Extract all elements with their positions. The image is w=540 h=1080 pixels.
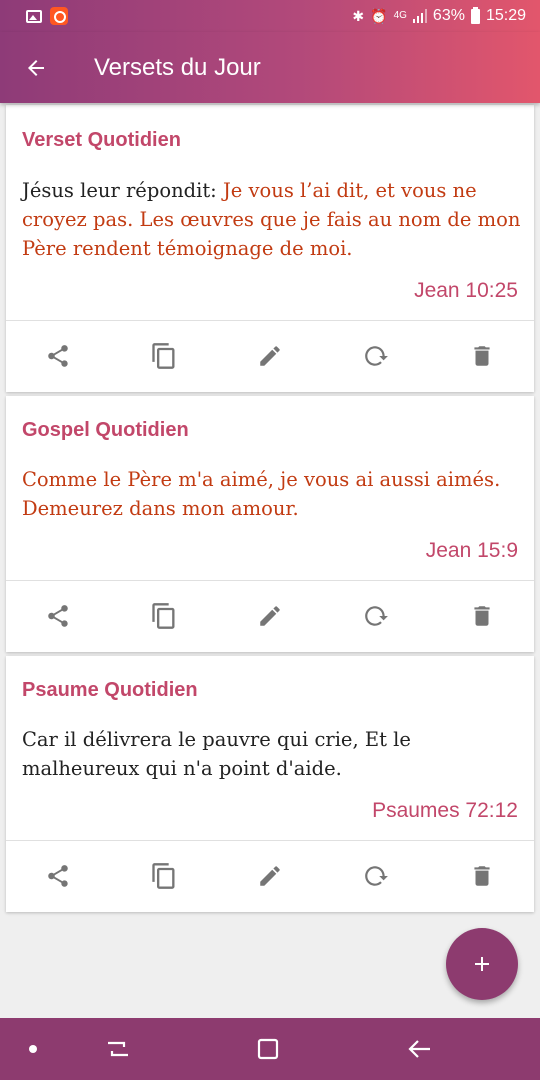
edit-button[interactable] — [245, 840, 295, 912]
delete-icon — [474, 346, 490, 366]
back-button[interactable] — [0, 32, 72, 103]
copy-button[interactable] — [139, 320, 189, 392]
app-notification-icon — [50, 7, 68, 25]
edit-button[interactable] — [245, 580, 295, 652]
system-nav-bar — [0, 1018, 540, 1080]
delete-icon — [474, 606, 490, 626]
app-bar: Versets du Jour — [0, 32, 540, 103]
share-icon — [48, 865, 68, 887]
delete-icon — [474, 866, 490, 886]
signal-icon — [412, 9, 427, 23]
add-verse-button[interactable] — [446, 928, 518, 1000]
home-button[interactable] — [238, 1018, 298, 1080]
copy-icon — [152, 603, 175, 629]
verse-card-daily-verse: Verset Quotidien Jésus leur répondit: Je… — [6, 105, 534, 392]
copy-icon — [152, 863, 175, 889]
share-button[interactable] — [33, 320, 83, 392]
share-button[interactable] — [33, 580, 83, 652]
system-back-button[interactable] — [390, 1018, 450, 1080]
copy-button[interactable] — [139, 580, 189, 652]
verse-intro: Jésus leur répondit: — [22, 179, 223, 202]
delete-button[interactable] — [457, 580, 507, 652]
network-type: 4G — [393, 10, 407, 21]
battery-percent: 63% — [432, 7, 465, 24]
battery-icon — [470, 6, 480, 24]
share-button[interactable] — [33, 840, 83, 912]
dot-icon — [29, 1045, 37, 1053]
status-bar: ✱ ⏰ 4G 63% 15:29 — [0, 0, 540, 32]
delete-button[interactable] — [457, 320, 507, 392]
card-title: Verset Quotidien — [22, 129, 181, 151]
share-icon — [48, 345, 68, 367]
share-icon — [48, 605, 68, 627]
card-actions — [6, 580, 534, 652]
verse-card-daily-gospel: Gospel Quotidien Comme le Père m'a aimé,… — [6, 396, 534, 652]
verse-text: Jésus leur répondit: Je vous l’ai dit, e… — [22, 176, 522, 263]
refresh-button[interactable] — [351, 840, 401, 912]
edit-icon — [260, 346, 280, 366]
refresh-icon — [365, 346, 388, 366]
gallery-notification-icon — [26, 9, 42, 23]
card-actions — [6, 320, 534, 392]
page-title: Versets du Jour — [94, 53, 261, 81]
delete-button[interactable] — [457, 840, 507, 912]
verse-text: Car il délivrera le pauvre qui crie, Et … — [22, 728, 411, 780]
bluetooth-icon: ✱ — [352, 7, 365, 24]
refresh-button[interactable] — [351, 580, 401, 652]
edit-button[interactable] — [245, 320, 295, 392]
copy-icon — [152, 343, 175, 369]
clock: 15:29 — [485, 7, 526, 24]
edit-icon — [260, 606, 280, 626]
verse-reference: Psaumes 72:12 — [372, 799, 518, 822]
refresh-button[interactable] — [351, 320, 401, 392]
back-arrow-icon — [408, 1040, 430, 1058]
plus-icon — [475, 957, 489, 971]
recent-apps-icon — [108, 1041, 128, 1057]
verse-reference: Jean 10:25 — [414, 279, 518, 302]
card-title: Psaume Quotidien — [22, 679, 198, 701]
nav-dot-button[interactable] — [3, 1018, 63, 1080]
card-title: Gospel Quotidien — [22, 419, 189, 441]
copy-button[interactable] — [139, 840, 189, 912]
verse-list[interactable]: Verset Quotidien Jésus leur répondit: Je… — [0, 103, 540, 1018]
verse-card-daily-psalm: Psaume Quotidien Car il délivrera le pau… — [6, 656, 534, 912]
refresh-icon — [365, 866, 388, 886]
alarm-icon: ⏰ — [370, 7, 388, 24]
card-actions — [6, 840, 534, 912]
recent-apps-button[interactable] — [88, 1018, 148, 1080]
edit-icon — [260, 866, 280, 886]
home-square-icon — [257, 1038, 279, 1060]
verse-reference: Jean 15:9 — [425, 539, 518, 562]
refresh-icon — [365, 606, 388, 626]
verse-text: Comme le Père m'a aimé, je vous ai aussi… — [22, 468, 501, 520]
arrow-back-icon — [28, 59, 44, 76]
